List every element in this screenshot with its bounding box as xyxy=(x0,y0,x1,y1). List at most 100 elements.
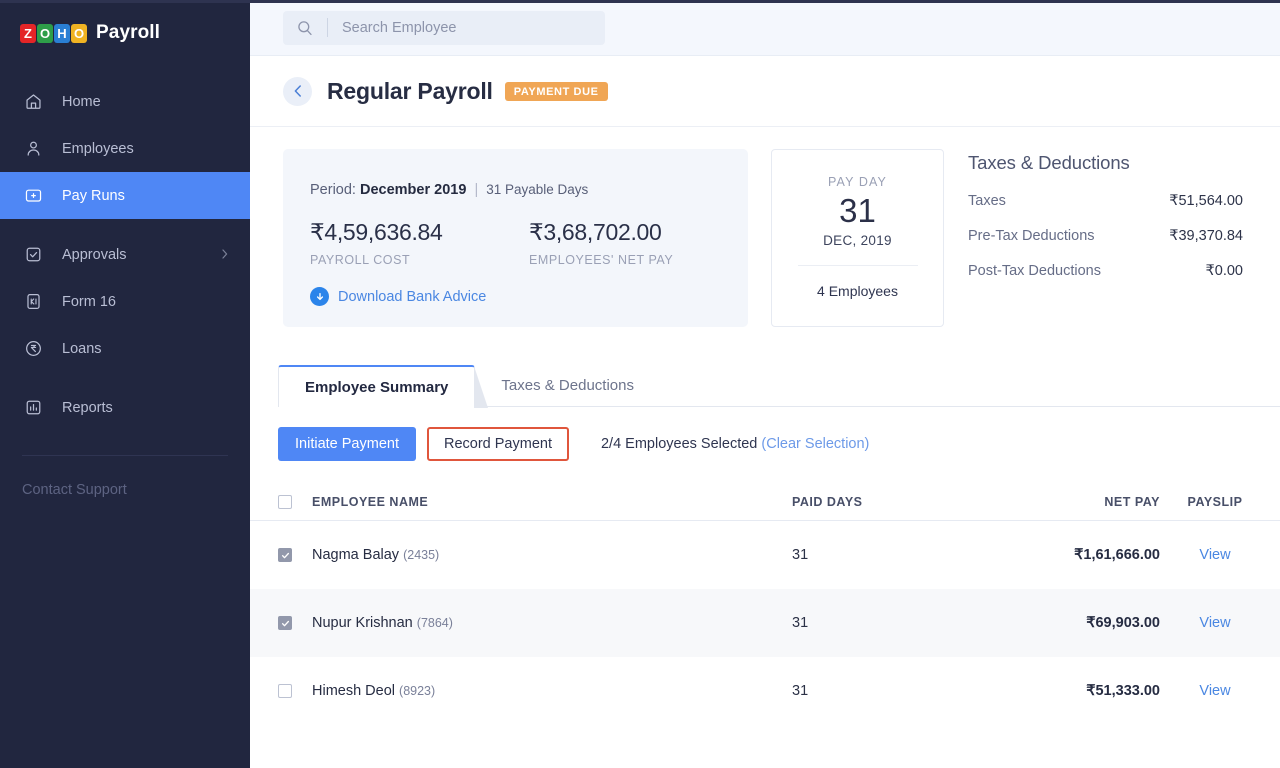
download-icon xyxy=(310,287,329,306)
row-checkbox-cell[interactable] xyxy=(278,616,312,630)
payroll-cost-block: ₹4,59,636.84 PAYROLL COST xyxy=(310,219,529,267)
net-pay-block: ₹3,68,702.00 EMPLOYEES' NET PAY xyxy=(529,219,748,267)
zoho-logo-tile-0: Z xyxy=(20,23,36,43)
initiate-payment-button[interactable]: Initiate Payment xyxy=(278,427,416,461)
top-bar xyxy=(250,0,1280,56)
pay-day-month-year: DEC, 2019 xyxy=(823,233,892,249)
row-checkbox[interactable] xyxy=(278,616,292,630)
form-icon xyxy=(22,291,44,313)
period-prefix: Period: xyxy=(310,182,356,198)
zoho-logo-tile-3: O xyxy=(71,23,87,43)
table-row[interactable]: Himesh Deol (8923) 31 ₹51,333.00 View xyxy=(250,657,1280,725)
table-row[interactable]: Nupur Krishnan (7864) 31 ₹69,903.00 View xyxy=(250,589,1280,657)
row-checkbox[interactable] xyxy=(278,684,292,698)
tab-taxes-deductions[interactable]: Taxes & Deductions xyxy=(475,364,660,406)
zoho-logo-tile-1: O xyxy=(37,23,53,43)
period-card: Period: December 2019 | 31 Payable Days … xyxy=(283,149,748,327)
column-header-employee-name[interactable]: EMPLOYEE NAME xyxy=(312,495,792,509)
table-body: Nagma Balay (2435) 31 ₹1,61,666.00 View Nupu… xyxy=(250,521,1280,725)
sidebar-item-home[interactable]: Home xyxy=(0,78,250,125)
paid-days-cell: 31 xyxy=(792,615,809,631)
net-pay-cell: ₹69,903.00 xyxy=(1086,615,1160,631)
page-title: Regular Payroll xyxy=(327,77,493,104)
search-input[interactable] xyxy=(328,19,605,36)
tax-row: Taxes ₹51,564.00 xyxy=(968,193,1243,209)
sidebar-item-label: Employees xyxy=(62,140,134,157)
contact-support-link[interactable]: Contact Support xyxy=(0,456,250,498)
record-payment-button[interactable]: Record Payment xyxy=(426,427,569,461)
employee-id: (7864) xyxy=(416,616,453,630)
pay-day-divider xyxy=(797,265,918,267)
pay-day-employee-count: 4 Employees xyxy=(817,283,898,300)
column-header-payslip[interactable]: PAYSLIP xyxy=(1160,495,1270,509)
taxes-rows: Taxes ₹51,564.00 Pre-Tax Deductions ₹39,370… xyxy=(968,193,1247,279)
row-checkbox-cell[interactable] xyxy=(278,548,312,562)
tax-row-value: ₹51,564.00 xyxy=(1169,193,1243,209)
paid-days-cell: 31 xyxy=(792,683,809,699)
home-icon xyxy=(22,91,44,113)
pay-day-number: 31 xyxy=(839,192,876,229)
download-bank-advice-link[interactable]: Download Bank Advice xyxy=(310,287,748,306)
period-value: December 2019 xyxy=(359,182,467,198)
paid-days-cell: 31 xyxy=(792,547,809,563)
window-top-chrome xyxy=(0,0,1280,3)
sidebar-item-label: Loans xyxy=(62,340,102,357)
net-pay-cell: ₹1,61,666.00 xyxy=(1074,547,1160,563)
tax-row-value: ₹39,370.84 xyxy=(1169,228,1243,244)
view-payslip-link[interactable]: View xyxy=(1160,615,1270,631)
net-pay-cell: ₹51,333.00 xyxy=(1086,683,1160,699)
taxes-deductions-panel: Taxes & Deductions Taxes ₹51,564.00 Pre-Ta… xyxy=(968,149,1247,279)
period-line: Period: December 2019 | 31 Payable Days xyxy=(310,182,748,198)
brand-product-name: Payroll xyxy=(96,22,161,43)
net-pay-label: EMPLOYEES' NET PAY xyxy=(529,253,674,267)
sidebar-item-reports[interactable]: Reports xyxy=(0,384,250,431)
net-pay-value: ₹3,68,702.00 xyxy=(529,219,662,245)
sidebar-item-employees[interactable]: Employees xyxy=(0,125,250,172)
report-icon xyxy=(22,397,44,419)
rupee-circle-icon xyxy=(22,338,44,360)
sidebar-item-loans[interactable]: Loans xyxy=(0,325,250,372)
tax-row-label: Pre-Tax Deductions xyxy=(968,228,1095,244)
sidebar-item-approvals[interactable]: Approvals xyxy=(0,231,250,278)
payroll-cost-label: PAYROLL COST xyxy=(310,253,411,267)
search-box[interactable] xyxy=(283,10,605,45)
sidebar-item-form-16[interactable]: Form 16 xyxy=(0,278,250,325)
tax-row: Pre-Tax Deductions ₹39,370.84 xyxy=(968,228,1243,244)
clear-selection-link[interactable]: (Clear Selection) xyxy=(761,436,869,452)
tax-row-label: Post-Tax Deductions xyxy=(968,263,1101,279)
view-payslip-link[interactable]: View xyxy=(1160,547,1270,563)
action-bar: Initiate Payment Record Payment 2/4 Empl… xyxy=(278,427,1280,461)
sidebar-item-label: Home xyxy=(62,93,101,110)
user-icon xyxy=(22,138,44,160)
row-checkbox[interactable] xyxy=(278,548,292,562)
table-row[interactable]: Nagma Balay (2435) 31 ₹1,61,666.00 View xyxy=(250,521,1280,589)
amounts-row: ₹4,59,636.84 PAYROLL COST ₹3,68,702.00 E… xyxy=(310,219,748,267)
employee-name: Nagma Balay xyxy=(312,547,400,563)
sidebar-nav: Home Employees Pay Runs Approvals Form 16 Loa… xyxy=(0,78,250,431)
select-all-checkbox-cell[interactable] xyxy=(278,494,312,509)
back-button[interactable] xyxy=(283,76,312,106)
employee-name-cell: Nupur Krishnan (7864) xyxy=(312,615,792,631)
view-payslip-link[interactable]: View xyxy=(1160,683,1270,699)
employee-name: Himesh Deol xyxy=(312,683,395,699)
sidebar-item-label: Approvals xyxy=(62,246,127,263)
column-header-paid-days[interactable]: PAID DAYS xyxy=(792,495,980,509)
sidebar-item-pay-runs[interactable]: Pay Runs xyxy=(0,172,250,219)
sidebar: ZOHO Payroll Home Employees Pay Runs Approv… xyxy=(0,0,250,768)
search-icon xyxy=(283,20,327,36)
download-bank-advice-label: Download Bank Advice xyxy=(338,288,487,305)
tab-employee-summary[interactable]: Employee Summary xyxy=(278,365,489,408)
employee-name-cell: Nagma Balay (2435) xyxy=(312,547,792,563)
tax-row-value: ₹0.00 xyxy=(1205,263,1243,279)
table-header-row: EMPLOYEE NAME PAID DAYS NET PAY PAYSLIP xyxy=(250,483,1280,521)
select-all-checkbox[interactable] xyxy=(278,494,292,509)
row-checkbox-cell[interactable] xyxy=(278,684,312,698)
column-header-net-pay[interactable]: NET PAY xyxy=(980,495,1160,509)
pay-day-card: PAY DAY 31 DEC, 2019 4 Employees xyxy=(771,149,944,327)
employee-id: (2435) xyxy=(403,548,440,562)
checkbox-doc-icon xyxy=(22,244,44,266)
brand-logo[interactable]: ZOHO Payroll xyxy=(0,0,250,66)
tax-row-label: Taxes xyxy=(968,193,1006,209)
page-title-bar: Regular Payroll PAYMENT DUE xyxy=(250,56,1280,127)
